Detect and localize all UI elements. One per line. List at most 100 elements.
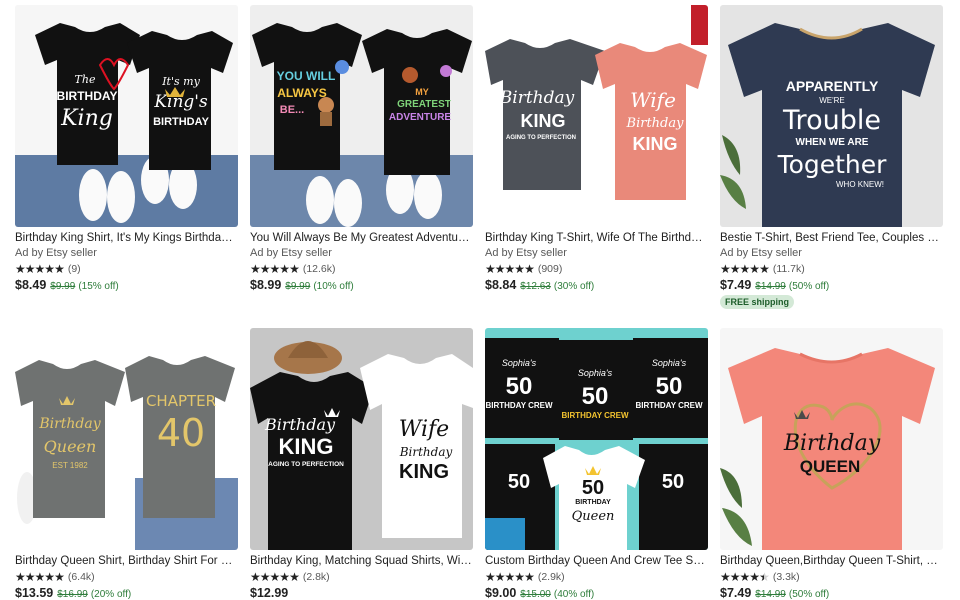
star-icon: ★	[279, 569, 290, 584]
svg-text:50: 50	[656, 373, 683, 400]
rating: ★ ★ ★ ★ ★ (9)	[15, 262, 238, 275]
svg-text:GREATEST: GREATEST	[397, 99, 451, 110]
listing-image[interactable]: YOU WILL ALWAYS BE... MY GREATEST ADVENT…	[250, 5, 473, 227]
star-icon: ★	[250, 569, 261, 584]
shirt-text: The	[75, 73, 96, 86]
listing-title[interactable]: Birthday Queen,Birthday Queen T-Shirt, B…	[720, 554, 943, 568]
star-icon: ★	[749, 261, 760, 276]
svg-text:BIRTHDAY CREW: BIRTHDAY CREW	[635, 401, 703, 410]
listing-title[interactable]: Birthday King T-Shirt, Wife Of The Birth…	[485, 231, 708, 245]
svg-text:MY: MY	[415, 87, 429, 97]
svg-text:ALWAYS: ALWAYS	[277, 86, 327, 100]
svg-text:Wife: Wife	[630, 88, 676, 112]
listing-card[interactable]: Birthday QUEEN Birthday Queen,Birthday Q…	[720, 328, 943, 600]
star-icon: ★	[720, 569, 731, 584]
discount: (50% off)	[788, 281, 830, 292]
svg-text:Sophia's: Sophia's	[502, 358, 537, 368]
star-icon: ★	[524, 261, 535, 276]
svg-text:50: 50	[582, 383, 609, 410]
svg-text:QUEEN: QUEEN	[800, 457, 860, 476]
svg-text:50: 50	[506, 373, 533, 400]
shirt-photo: Sophia's 50 BIRTHDAY CREW Sophia's 50 BI…	[485, 328, 708, 550]
star-icon: ★	[524, 569, 535, 584]
rating: ★ ★ ★ ★ ★ (2.9k)	[485, 570, 708, 583]
svg-text:BIRTHDAY CREW: BIRTHDAY CREW	[561, 411, 629, 420]
listing-image[interactable]: Birthday KING AGING TO PERFECTION Wife B…	[485, 5, 708, 227]
listing-image[interactable]: The BIRTHDAY King It's my King's BIRTHDA…	[15, 5, 238, 227]
star-icon: ★	[759, 261, 770, 276]
listing-title[interactable]: Birthday King Shirt, It's My Kings Birth…	[15, 231, 238, 245]
star-icon: ★	[485, 569, 496, 584]
svg-text:APPARENTLY: APPARENTLY	[786, 78, 879, 94]
price-row: $8.84 $12.63 (30% off)	[485, 278, 708, 292]
listing-card[interactable]: Birthday KING AGING TO PERFECTION Wife B…	[250, 328, 473, 600]
svg-text:Birthday: Birthday	[783, 431, 881, 456]
listing-card[interactable]: Birthday Queen EST 1982 CHAPTER 40 Birth…	[15, 328, 238, 600]
listing-title[interactable]: Custom Birthday Queen And Crew Tee Shirt…	[485, 554, 708, 568]
listing-title[interactable]: Birthday King, Matching Squad Shirts, Wi…	[250, 554, 473, 568]
listing-card[interactable]: Birthday KING AGING TO PERFECTION Wife B…	[485, 5, 708, 310]
listing-card[interactable]: Sophia's 50 BIRTHDAY CREW Sophia's 50 BI…	[485, 328, 708, 600]
shirt-photo: Birthday KING AGING TO PERFECTION Wife B…	[485, 5, 708, 227]
discount: (50% off)	[788, 589, 830, 600]
svg-text:WE'RE: WE'RE	[819, 96, 845, 105]
star-icon: ★	[54, 569, 65, 584]
star-icon: ★	[15, 569, 26, 584]
star-icon: ★	[289, 261, 300, 276]
svg-text:WHO KNEW!: WHO KNEW!	[836, 180, 884, 189]
original-price: $14.99	[755, 589, 786, 600]
star-icon: ★	[269, 261, 281, 276]
listing-image[interactable]: Birthday Queen EST 1982 CHAPTER 40	[15, 328, 238, 550]
listing-title[interactable]: Birthday Queen Shirt, Birthday Shirt For…	[15, 554, 238, 568]
listing-image[interactable]: Sophia's 50 BIRTHDAY CREW Sophia's 50 BI…	[485, 328, 708, 550]
svg-text:KING: KING	[633, 134, 678, 154]
listing-image[interactable]: Birthday QUEEN	[720, 328, 943, 550]
review-count: (909)	[537, 262, 563, 275]
listing-card[interactable]: The BIRTHDAY King It's my King's BIRTHDA…	[15, 5, 238, 310]
svg-text:40: 40	[157, 411, 205, 455]
ad-label: Ad by Etsy seller	[250, 247, 332, 259]
original-price: $12.63	[520, 281, 551, 292]
review-count: (2.8k)	[302, 570, 330, 583]
shirt-photo: YOU WILL ALWAYS BE... MY GREATEST ADVENT…	[250, 5, 473, 227]
stars: ★ ★ ★ ★ ★	[485, 261, 535, 276]
svg-text:KING: KING	[279, 434, 334, 459]
svg-text:KING: KING	[521, 111, 566, 131]
listing-image[interactable]: Birthday KING AGING TO PERFECTION Wife B…	[250, 328, 473, 550]
star-icon: ★	[729, 261, 741, 276]
svg-text:BIRTHDAY: BIRTHDAY	[153, 116, 209, 128]
price: $9.00	[485, 586, 517, 600]
svg-text:Birthday: Birthday	[264, 415, 336, 434]
price-row: $12.99	[250, 586, 473, 600]
listing-card[interactable]: APPARENTLY WE'RE Trouble WHEN WE ARE Tog…	[720, 5, 943, 310]
review-count: (6.4k)	[67, 570, 95, 583]
svg-text:WHEN WE ARE: WHEN WE ARE	[796, 137, 869, 148]
svg-text:Trouble: Trouble	[782, 105, 881, 136]
star-icon: ★	[494, 261, 506, 276]
listing-card[interactable]: YOU WILL ALWAYS BE... MY GREATEST ADVENT…	[250, 5, 473, 310]
svg-text:Birthday: Birthday	[38, 416, 101, 432]
stars: ★ ★ ★ ★ ★	[15, 569, 65, 584]
stars: ★ ★ ★ ★ ★	[720, 569, 770, 584]
listing-title[interactable]: You Will Always Be My Greatest Adventure…	[250, 231, 473, 245]
star-icon: ★	[485, 261, 496, 276]
price: $8.84	[485, 278, 517, 292]
listing-image[interactable]: APPARENTLY WE'RE Trouble WHEN WE ARE Tog…	[720, 5, 943, 227]
svg-text:50: 50	[582, 477, 604, 499]
shirt-photo: Birthday QUEEN	[720, 328, 943, 550]
svg-text:50: 50	[662, 471, 684, 493]
ad-label: Ad by Etsy seller	[720, 247, 802, 259]
star-icon: ★	[34, 569, 46, 584]
star-icon: ★	[739, 569, 751, 584]
svg-text:Birthday: Birthday	[499, 88, 575, 108]
listing-title[interactable]: Bestie T-Shirt, Best Friend Tee, Couples…	[720, 231, 943, 245]
stars: ★ ★ ★ ★ ★	[250, 261, 300, 276]
svg-text:Queen: Queen	[572, 509, 615, 524]
rating: ★ ★ ★ ★ ★ (11.7k)	[720, 262, 943, 275]
half-star-icon: ★	[759, 569, 770, 584]
star-icon: ★	[739, 261, 751, 276]
svg-text:AGING TO PERFECTION: AGING TO PERFECTION	[506, 135, 576, 141]
star-icon: ★	[749, 569, 760, 584]
price: $7.49	[720, 278, 752, 292]
original-price: $16.99	[57, 589, 88, 600]
